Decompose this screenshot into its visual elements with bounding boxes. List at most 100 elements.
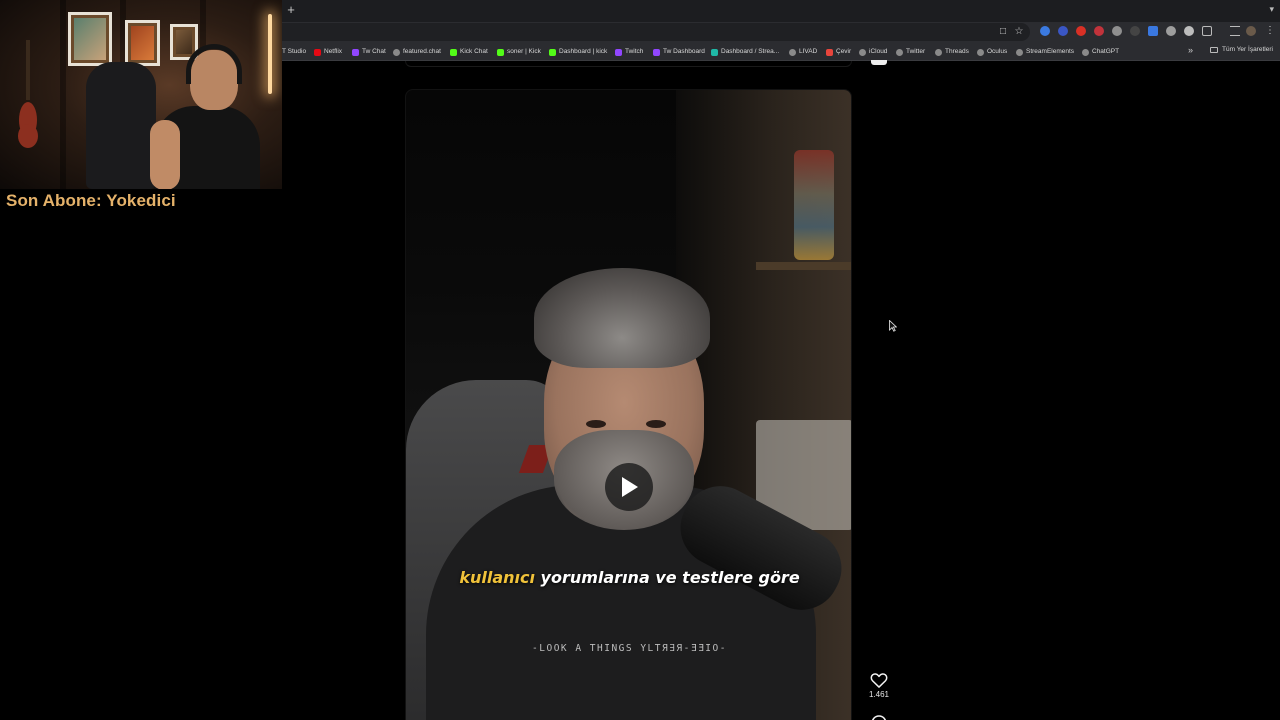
extensions-puzzle-icon[interactable] (1202, 26, 1212, 36)
video-caption: kullanıcı yorumlarına ve testlere göre (406, 568, 851, 587)
browser-tab-strip: + ▾ (282, 0, 1280, 22)
headphones-icon (186, 44, 242, 84)
bookmark-item[interactable]: Kick Chat (450, 46, 488, 58)
guitar-icon (18, 40, 38, 148)
like-heart-icon[interactable] (869, 670, 889, 690)
previous-video-control[interactable] (871, 60, 887, 65)
play-button[interactable] (605, 463, 653, 511)
twitch-icon (352, 48, 359, 56)
bookmark-item[interactable]: Netflix (314, 46, 342, 58)
more-bookmarks-button[interactable]: » (1188, 45, 1193, 55)
previous-video-card (405, 61, 852, 67)
neon-light (268, 14, 272, 94)
twitch-icon (615, 48, 622, 56)
bookmark-label: iCloud (869, 48, 888, 55)
tab-search-icon[interactable]: ▾ (1269, 4, 1274, 15)
folder-icon (1210, 46, 1218, 53)
bookmark-item[interactable]: Oculus (977, 46, 1007, 58)
profile-avatar[interactable] (1246, 26, 1256, 36)
globe-icon (896, 48, 903, 56)
comment-icon[interactable] (870, 714, 888, 720)
gaming-chair (86, 62, 156, 189)
bookmark-label: Tw Chat (362, 48, 386, 55)
kick-icon (549, 48, 556, 56)
bookmark-item[interactable]: Dashboard / Strea... (711, 46, 779, 58)
bookmark-item[interactable]: Twitch (615, 46, 643, 58)
globe-icon (789, 48, 796, 56)
picture-frame (68, 12, 112, 66)
bookmark-label: ChatGPT (1092, 48, 1120, 55)
bookmark-label: Tw Dashboard (663, 48, 705, 55)
bookmark-label: Oculus (987, 48, 1008, 55)
bookmark-item[interactable]: Twitter (896, 46, 925, 58)
globe-icon (393, 48, 400, 56)
openai-icon (1082, 48, 1089, 56)
bookmark-label: Dashboard / Strea... (721, 48, 780, 55)
webcam-overlay (0, 0, 282, 189)
all-bookmarks-button[interactable]: Tüm Yer İşaretleri (1210, 46, 1273, 53)
bookmark-item[interactable]: featured.chat (393, 46, 441, 58)
kick-icon (450, 48, 457, 56)
bookmark-item[interactable]: soner | Kick (497, 46, 541, 58)
caption-highlight: kullanıcı (459, 568, 535, 587)
extension-icon[interactable] (1058, 26, 1068, 36)
bookmark-item[interactable]: T Studio (282, 46, 306, 58)
streamlabs-icon (711, 48, 718, 56)
netflix-icon (314, 48, 321, 56)
globe-icon (977, 48, 984, 56)
bookmark-item[interactable]: Threads (935, 46, 969, 58)
bookmark-item[interactable]: ChatGPT (1082, 46, 1119, 58)
wall-panel (60, 0, 66, 189)
extension-icon[interactable] (1130, 26, 1140, 36)
bookmark-label: Dashboard | kick (559, 48, 608, 55)
bookmark-label: Twitter (906, 48, 926, 55)
browser-menu-icon[interactable]: ⋮ (1264, 25, 1276, 37)
extension-icon[interactable] (1040, 26, 1050, 36)
bookmark-star-icon[interactable]: ☆ (1013, 26, 1025, 38)
bookmark-label: Twitch (625, 48, 644, 55)
all-bookmarks-label: Tüm Yer İşaretleri (1222, 46, 1273, 53)
bookmark-label: StreamElements (1026, 48, 1075, 55)
figure-display (794, 150, 834, 260)
like-count: 1.461 (868, 690, 890, 699)
presenter-hair (534, 268, 710, 368)
bookmark-item[interactable]: Tw Dashboard (653, 46, 705, 58)
extension-icon[interactable] (1166, 26, 1176, 36)
address-bar[interactable]: □ ☆ (282, 23, 1030, 41)
shirt-print: -LOOK A THINGS YLTЯ∃Я-ƎƎIO- (532, 643, 727, 654)
reading-list-icon[interactable] (1230, 26, 1240, 36)
cloud-icon (859, 48, 866, 56)
bookmark-label: LIVAD (799, 48, 818, 55)
globe-icon (935, 48, 942, 56)
extension-icon[interactable] (1094, 26, 1104, 36)
bookmark-item[interactable]: LIVAD (789, 46, 817, 58)
artwork (74, 18, 106, 60)
bookmark-label: T Studio (282, 48, 307, 55)
bookmark-item[interactable]: Dashboard | kick (549, 46, 607, 58)
bookmark-item[interactable]: Çevir (826, 46, 851, 58)
bookmark-item[interactable]: Tw Chat (352, 46, 386, 58)
bookmark-label: Netflix (324, 48, 343, 55)
kick-icon (497, 48, 504, 56)
bookmark-item[interactable]: iCloud (859, 46, 887, 58)
presenter-eye (646, 420, 666, 428)
shelf (756, 262, 851, 270)
bookmark-item[interactable]: StreamElements (1016, 46, 1074, 58)
install-app-icon[interactable]: □ (997, 26, 1009, 38)
bookmark-label: Threads (945, 48, 969, 55)
browser-toolbar: □ ☆ ⋮ (282, 22, 1280, 42)
extension-icon[interactable] (1184, 26, 1194, 36)
extension-icon[interactable] (1076, 26, 1086, 36)
new-tab-button[interactable]: + (284, 3, 298, 17)
streamer-arm (150, 120, 180, 189)
caption-text: yorumlarına ve testlere göre (534, 568, 800, 587)
mouse-cursor-icon (889, 320, 897, 332)
presenter-eye (586, 420, 606, 428)
play-icon (622, 477, 638, 497)
extension-icon[interactable] (1148, 26, 1158, 36)
extension-icon[interactable] (1112, 26, 1122, 36)
bookmarks-bar: T Studio Netflix Tw Chat featured.chat K… (282, 42, 1280, 61)
video-player[interactable]: -LOOK A THINGS YLTЯ∃Я-ƎƎIO- kullanıcı yo… (405, 89, 852, 720)
bookmark-label: Çevir (836, 48, 852, 55)
translate-icon (826, 48, 833, 56)
